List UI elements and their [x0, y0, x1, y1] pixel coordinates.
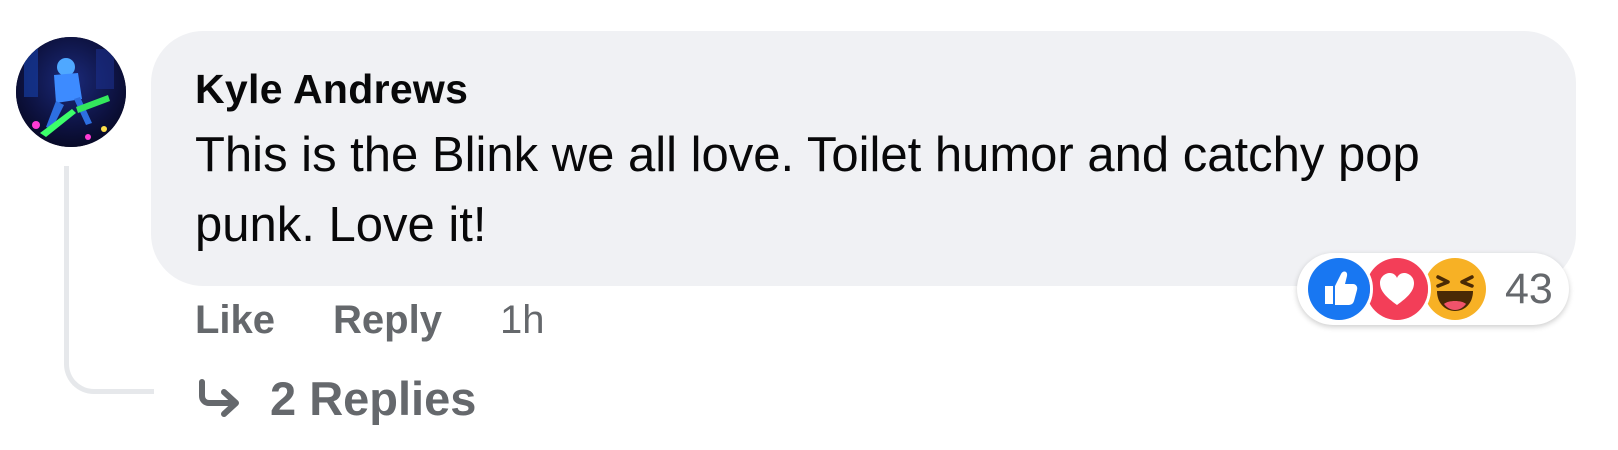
view-replies-label: 2 Replies: [270, 372, 477, 425]
haha-icon: [1421, 255, 1489, 323]
reply-arrow-icon: [196, 378, 242, 420]
reactions-summary[interactable]: 43: [1297, 253, 1569, 325]
thread-connector-line: [64, 166, 154, 394]
reply-button[interactable]: Reply: [333, 298, 442, 343]
profile-photo-image: [16, 37, 126, 147]
comment-timestamp[interactable]: 1h: [500, 298, 545, 343]
comment-author-name[interactable]: Kyle Andrews: [195, 66, 468, 113]
avatar[interactable]: [16, 37, 126, 147]
reaction-count: 43: [1505, 264, 1553, 313]
view-replies-button[interactable]: 2 Replies: [196, 371, 476, 426]
love-icon: [1363, 255, 1431, 323]
comment-text: This is the Blink we all love. Toilet hu…: [195, 128, 1420, 252]
like-button[interactable]: Like: [195, 298, 275, 343]
comment-actions: Like Reply 1h: [195, 290, 544, 350]
like-icon: [1305, 255, 1373, 323]
